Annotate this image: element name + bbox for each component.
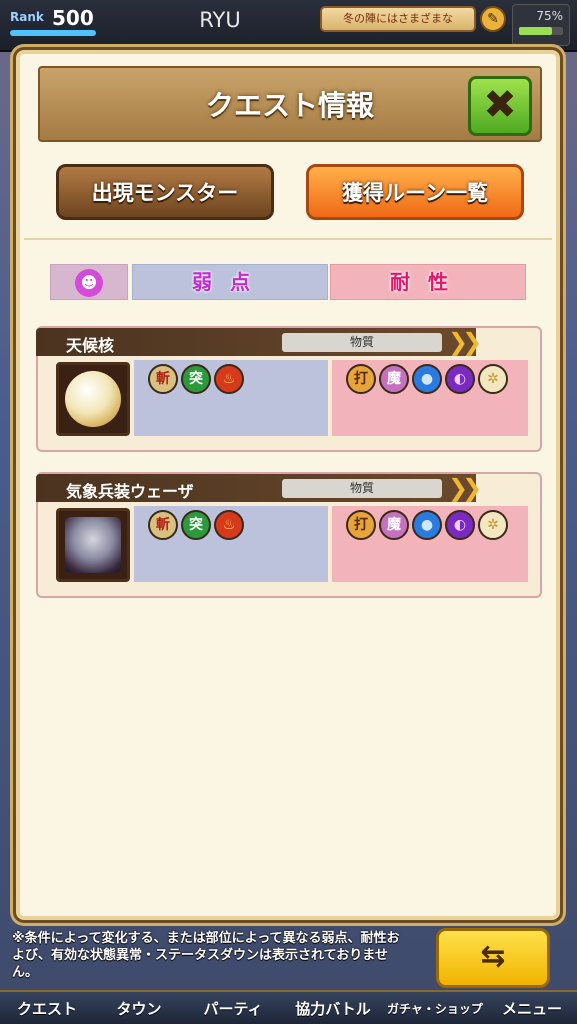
monster-card-header: 気象兵装ウェーザ 物質 ❯❯ (36, 474, 482, 502)
battery-percent: 75% (536, 9, 563, 23)
magic-element-icon: 魔 (379, 364, 409, 394)
legend-resistance: 耐性 (330, 264, 526, 300)
monster-type-badge: 物質 (282, 333, 442, 352)
rank-exp-fill (10, 30, 96, 36)
weakness-elements: 斬突 ♨ (148, 510, 247, 540)
dialog-title: クエスト情報 (205, 89, 374, 122)
nav-quest[interactable]: クエスト (4, 992, 90, 1024)
resistance-zone: 打魔 ● ◐ ✲ (332, 506, 528, 582)
monster-card[interactable]: 気象兵装ウェーザ 物質 ❯❯ 斬突 ♨ 打魔 ● ◐ ✲ (36, 472, 542, 598)
resistance-zone: 打魔 ● ◐ ✲ (332, 360, 528, 436)
nav-coop-battle[interactable]: 協力バトル (284, 992, 382, 1024)
battery-indicator: 75% (512, 4, 570, 46)
water-element-icon: ● (412, 364, 442, 394)
weakness-zone: 斬突 ♨ (134, 506, 328, 582)
dark-element-icon: ◐ (445, 510, 475, 540)
demon-face-icon: ☻ (75, 269, 103, 297)
chevron-right-icon: ❯❯ (448, 474, 482, 502)
water-element-icon: ● (412, 510, 442, 540)
light-element-icon: ✲ (478, 510, 508, 540)
monster-card-header: 天候核 物質 ❯❯ (36, 328, 482, 356)
resistance-elements: 打魔 ● ◐ ✲ (346, 364, 511, 394)
legend-row: ☻ 弱点 耐性 (50, 264, 526, 302)
monster-card[interactable]: 天候核 物質 ❯❯ 斬突 ♨ 打魔 ● ◐ ✲ (36, 326, 542, 452)
nav-menu[interactable]: メニュー (490, 992, 574, 1024)
bottom-nav: クエスト タウン パーティ 協力バトル ガチャ・ショップ メニュー (0, 990, 577, 1024)
dialog-header: クエスト情報 ✖ (38, 66, 542, 142)
slash-element-icon: 斬 (148, 510, 178, 540)
strike-element-icon: 打 (346, 364, 376, 394)
status-bar: Rank 500 RYU 冬の陣にはさまざまな ✎ 75% (0, 0, 577, 52)
resistance-elements: 打魔 ● ◐ ✲ (346, 510, 511, 540)
legend-weakness: 弱点 (132, 264, 328, 300)
strike-element-icon: 打 (346, 510, 376, 540)
edit-pen-icon[interactable]: ✎ (480, 6, 506, 32)
tab-obtained-runes[interactable]: 獲得ルーン一覧 (306, 164, 524, 220)
fire-element-icon: ♨ (214, 510, 244, 540)
dialog-tabs: 出現モンスター 獲得ルーン一覧 (56, 164, 526, 224)
battery-bar (519, 27, 563, 35)
swap-button[interactable]: ⇆ (436, 928, 550, 988)
nav-town[interactable]: タウン (96, 992, 182, 1024)
notice-banner[interactable]: 冬の陣にはさまざまな (320, 6, 476, 32)
legend-icon-cell: ☻ (50, 264, 128, 300)
nav-gacha-shop[interactable]: ガチャ・ショップ (386, 992, 484, 1024)
close-icon: ✖ (483, 82, 517, 128)
robot-monster-image (65, 517, 121, 573)
nav-party[interactable]: パーティ (190, 992, 276, 1024)
slash-element-icon: 斬 (148, 364, 178, 394)
rank-label: Rank (10, 10, 44, 24)
rank-value: 500 (52, 6, 94, 30)
magic-element-icon: 魔 (379, 510, 409, 540)
close-button[interactable]: ✖ (468, 76, 532, 136)
monster-name: 天候核 (66, 336, 115, 355)
divider (24, 238, 552, 240)
weakness-elements: 斬突 ♨ (148, 364, 247, 394)
rank-exp-bar (10, 30, 96, 36)
battery-fill (519, 27, 552, 35)
tab-appearing-monsters[interactable]: 出現モンスター (56, 164, 274, 220)
sphere-monster-image (65, 371, 121, 427)
chevron-right-icon: ❯❯ (448, 328, 482, 356)
light-element-icon: ✲ (478, 364, 508, 394)
player-name: RYU (199, 8, 241, 32)
swap-icon: ⇆ (480, 939, 506, 974)
pierce-element-icon: 突 (181, 510, 211, 540)
disclaimer-note: ※条件によって変化する、または部位によって異なる弱点、耐性および、有効な状態異常… (12, 931, 400, 980)
monster-type-badge: 物質 (282, 479, 442, 498)
rank-display: Rank 500 (10, 6, 96, 32)
monster-name: 気象兵装ウェーザ (66, 482, 194, 501)
weakness-zone: 斬突 ♨ (134, 360, 328, 436)
fire-element-icon: ♨ (214, 364, 244, 394)
dark-element-icon: ◐ (445, 364, 475, 394)
monster-portrait[interactable] (56, 362, 130, 436)
monster-portrait[interactable] (56, 508, 130, 582)
quest-info-dialog: クエスト情報 ✖ 出現モンスター 獲得ルーン一覧 ☻ 弱点 耐性 天候核 物質 … (16, 50, 560, 920)
pierce-element-icon: 突 (181, 364, 211, 394)
